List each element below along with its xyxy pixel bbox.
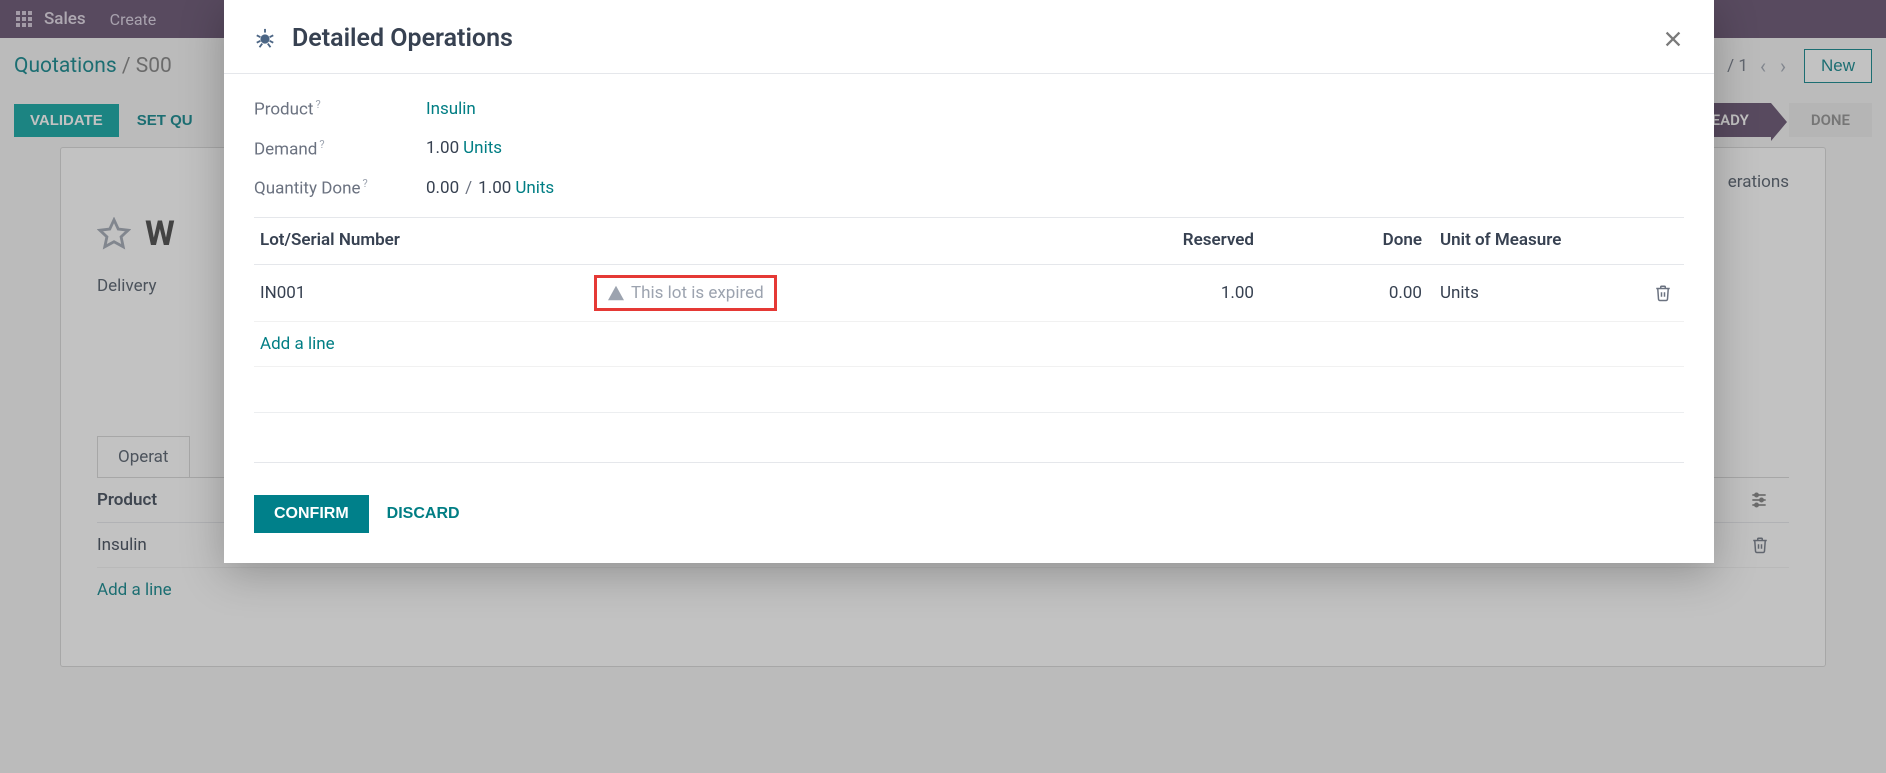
value-product[interactable]: Insulin [426, 99, 476, 119]
confirm-button[interactable]: CONFIRM [254, 495, 369, 533]
lot-row[interactable]: IN001 This lot is expired 1.00 0.00 Unit… [254, 265, 1684, 322]
detailed-operations-modal: Detailed Operations Product? Insulin Dem… [224, 0, 1714, 563]
bug-icon[interactable] [254, 28, 276, 50]
cell-done[interactable]: 0.00 [1294, 283, 1434, 303]
add-line-modal[interactable]: Add a line [254, 322, 1684, 367]
modal-header: Detailed Operations [224, 0, 1714, 74]
lot-table: Lot/Serial Number Reserved Done Unit of … [254, 217, 1684, 463]
modal-footer: CONFIRM DISCARD [224, 473, 1714, 563]
cell-uom: Units [1434, 283, 1654, 303]
col-lot: Lot/Serial Number [254, 230, 594, 250]
expired-text: This lot is expired [631, 283, 764, 303]
value-qty-done: 0.00/1.00Units [426, 178, 554, 198]
expired-warning: This lot is expired [594, 275, 777, 311]
label-product: Product? [254, 98, 426, 120]
col-done: Done [1294, 230, 1434, 250]
col-uom: Unit of Measure [1434, 230, 1654, 250]
empty-row [254, 367, 1684, 413]
warning-icon [607, 285, 625, 301]
cell-reserved: 1.00 [854, 283, 1294, 303]
col-reserved: Reserved [854, 230, 1294, 250]
modal-title: Detailed Operations [292, 24, 513, 53]
close-icon[interactable] [1662, 28, 1684, 50]
label-qty-done: Quantity Done? [254, 177, 426, 199]
label-demand: Demand? [254, 138, 426, 160]
modal-body: Product? Insulin Demand? 1.00Units Quant… [224, 74, 1714, 473]
table-gap [254, 413, 1684, 463]
lot-table-header: Lot/Serial Number Reserved Done Unit of … [254, 217, 1684, 265]
value-demand: 1.00Units [426, 138, 502, 158]
cell-lot[interactable]: IN001 [254, 283, 594, 303]
discard-button[interactable]: DISCARD [387, 505, 460, 523]
trash-icon[interactable] [1654, 283, 1672, 303]
